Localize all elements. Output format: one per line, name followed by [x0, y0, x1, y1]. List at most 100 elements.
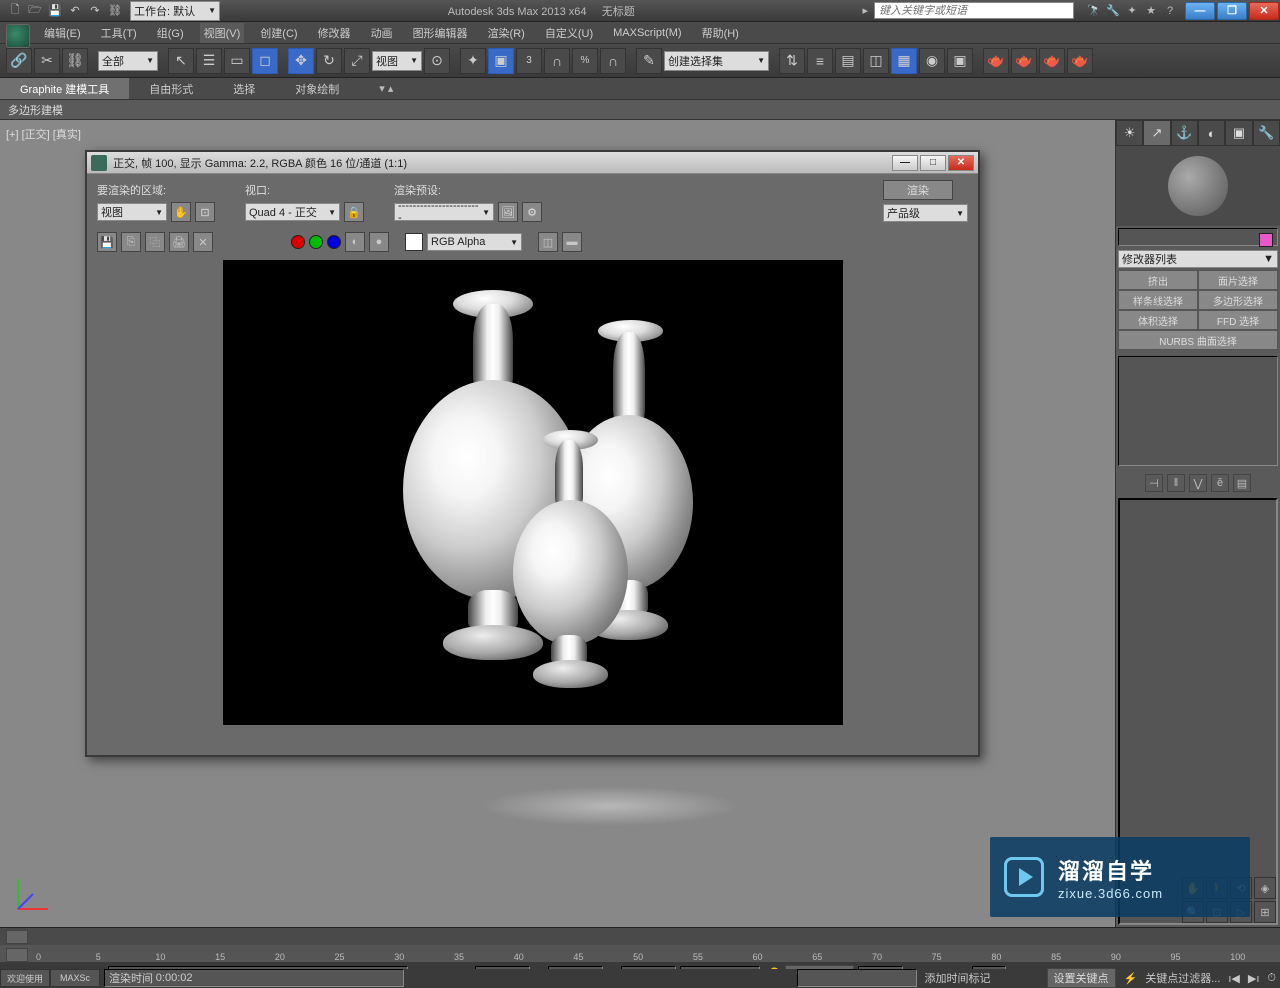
tab-display-icon[interactable]: ▣ [1225, 120, 1252, 146]
ref-coord-dropdown[interactable]: 视图▼ [372, 51, 422, 71]
mini-listener[interactable]: 欢迎使用 MAXSc [0, 969, 100, 987]
render-button[interactable]: 渲染 [883, 180, 953, 200]
ribbon-tab-graphite[interactable]: Graphite 建模工具 [0, 78, 129, 99]
material-editor-icon[interactable]: ◉ [919, 48, 945, 74]
mod-btn-extrude[interactable]: 挤出 [1118, 270, 1198, 290]
application-menu-icon[interactable] [6, 24, 30, 48]
key-filter-button[interactable]: 关键点过滤器... [1145, 970, 1220, 986]
menu-modifiers[interactable]: 修改器 [314, 23, 355, 43]
percent-snap-icon[interactable]: ∩ [544, 48, 570, 74]
tab-utilities-icon[interactable]: 🔧 [1253, 120, 1280, 146]
mod-btn-spline-select[interactable]: 样条线选择 [1118, 290, 1198, 310]
tab-create-icon[interactable]: ☀ [1116, 120, 1143, 146]
star-icon[interactable]: ★ [1143, 3, 1159, 19]
render-maximize-button[interactable]: □ [920, 155, 946, 171]
ribbon-expand-icon[interactable]: ▾ ▴ [379, 82, 393, 95]
lock-viewport-icon[interactable]: 🔒 [344, 202, 364, 222]
max-viewport-icon[interactable]: ◈ [1254, 877, 1276, 899]
production-dropdown[interactable]: 产品级▼ [883, 204, 968, 222]
viewcube-sphere[interactable] [1168, 156, 1228, 216]
open-icon[interactable]: 🗁 [26, 2, 44, 20]
ribbon-tab-freeform[interactable]: 自由形式 [129, 78, 213, 99]
print-icon[interactable]: 🖨 [169, 232, 189, 252]
new-icon[interactable]: 🗋 [6, 2, 24, 20]
config-sets-icon[interactable]: ▤ [1233, 474, 1251, 492]
copy-image-icon[interactable]: ⎘ [121, 232, 141, 252]
exchange-icon[interactable]: ✦ [1124, 3, 1140, 19]
angle-snap-icon[interactable]: 3 [516, 48, 542, 74]
object-color-swatch[interactable] [1259, 233, 1273, 247]
select-icon[interactable]: ↖ [168, 48, 194, 74]
binoculars-icon[interactable]: 🔭 [1086, 3, 1102, 19]
effects-icon[interactable]: ⚙ [522, 202, 542, 222]
goto-prev-key-icon[interactable]: ı◀ [1228, 972, 1240, 985]
blue-channel-icon[interactable] [327, 235, 341, 249]
region-auto-icon[interactable]: ⊡ [195, 202, 215, 222]
mod-btn-face-select[interactable]: 面片选择 [1198, 270, 1278, 290]
modifier-list-dropdown[interactable]: 修改器列表▼ [1118, 250, 1278, 268]
environ-icon[interactable]: 🖼 [498, 202, 518, 222]
time-config-button-icon[interactable]: ⏱ [1267, 972, 1276, 985]
selection-filter-dropdown[interactable]: 全部▼ [98, 51, 158, 71]
region-dropdown[interactable]: 视图▼ [97, 203, 167, 221]
minimize-button[interactable]: — [1185, 2, 1215, 20]
pivot-icon[interactable]: ⊙ [424, 48, 450, 74]
zoom-extents-icon[interactable]: ⊞ [1254, 901, 1276, 923]
move-tool-icon[interactable]: ✥ [288, 48, 314, 74]
preset-dropdown[interactable]: -----------------------▼ [394, 203, 494, 221]
named-selection-input[interactable]: 创建选择集▼ [664, 51, 769, 71]
toggle-overlay-icon[interactable]: ◫ [538, 232, 558, 252]
make-unique-icon[interactable]: ⋁ [1189, 474, 1207, 492]
track-bar[interactable]: 0510152025303540455055606570758085909510… [0, 945, 1280, 962]
tab-hierarchy-icon[interactable]: ⚓ [1171, 120, 1198, 146]
caret-icon[interactable]: ▸ [862, 4, 868, 17]
clear-icon[interactable]: ✕ [193, 232, 213, 252]
mod-btn-nurbs[interactable]: NURBS 曲面选择 [1118, 330, 1278, 350]
select-name-icon[interactable]: ☰ [196, 48, 222, 74]
time-config-icon[interactable] [6, 930, 28, 944]
alpha-channel-icon[interactable]: ◐ [345, 232, 365, 252]
scale-tool-icon[interactable]: ⤢ [344, 48, 370, 74]
render-setup-icon[interactable]: ▣ [947, 48, 973, 74]
render-iterative-icon[interactable]: 🫖 [1039, 48, 1065, 74]
menu-maxscript[interactable]: MAXScript(M) [609, 25, 685, 41]
rotate-tool-icon[interactable]: ↻ [316, 48, 342, 74]
redo-icon[interactable]: ↷ [86, 2, 104, 20]
set-key-button[interactable]: 设置关键点 [1047, 968, 1116, 988]
align-icon[interactable]: ≡ [807, 48, 833, 74]
manipulate-icon[interactable]: ✦ [460, 48, 486, 74]
menu-group[interactable]: 组(G) [153, 23, 188, 43]
menu-rendering[interactable]: 渲染(R) [484, 23, 529, 43]
ribbon-tab-selection[interactable]: 选择 [213, 78, 275, 99]
viewport-dropdown[interactable]: Quad 4 - 正交▼ [245, 203, 340, 221]
menu-animation[interactable]: 动画 [367, 23, 397, 43]
menu-customize[interactable]: 自定义(U) [541, 23, 597, 43]
snap-toggle-icon[interactable]: ▣ [488, 48, 514, 74]
pin-stack-icon[interactable]: ⊣ [1145, 474, 1163, 492]
link-tool-icon[interactable]: 🔗 [6, 48, 32, 74]
tool-icon[interactable]: 🔧 [1105, 3, 1121, 19]
key-mode-icon[interactable]: ▶ı [1248, 972, 1260, 985]
save-icon[interactable]: 💾 [46, 2, 64, 20]
tab-modify-icon[interactable]: ↗ [1143, 120, 1170, 146]
menu-graph-editors[interactable]: 图形编辑器 [409, 23, 472, 43]
render-minimize-button[interactable]: — [892, 155, 918, 171]
select-rect-icon[interactable]: ▭ [224, 48, 250, 74]
named-sets-icon[interactable]: ✎ [636, 48, 662, 74]
remove-mod-icon[interactable]: ĕ [1211, 474, 1229, 492]
clone-image-icon[interactable]: ⿻ [145, 232, 165, 252]
object-name-field[interactable] [1118, 228, 1278, 246]
select-window-icon[interactable]: ◻ [252, 48, 278, 74]
undo-icon[interactable]: ↶ [66, 2, 84, 20]
schematic-icon[interactable]: ▦ [891, 48, 917, 74]
maximize-button[interactable]: ❐ [1217, 2, 1247, 20]
mono-channel-icon[interactable]: ● [369, 232, 389, 252]
bg-color-swatch[interactable] [405, 233, 423, 251]
mod-btn-poly-select[interactable]: 多边形选择 [1198, 290, 1278, 310]
menu-tools[interactable]: 工具(T) [97, 23, 141, 43]
region-edit-icon[interactable]: ✋ [171, 202, 191, 222]
tab-motion-icon[interactable]: ◐ [1198, 120, 1225, 146]
layer-icon[interactable]: ▤ [835, 48, 861, 74]
render-production-icon[interactable]: 🫖 [1011, 48, 1037, 74]
render-frame-icon[interactable]: 🫖 [983, 48, 1009, 74]
